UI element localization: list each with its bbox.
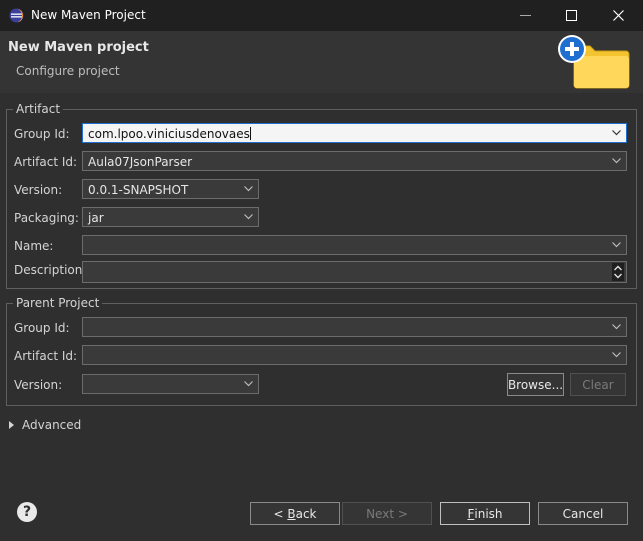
chevron-down-icon[interactable]: [612, 242, 621, 248]
parent-artifact-id-label: Artifact Id:: [14, 349, 78, 363]
chevron-down-icon[interactable]: [612, 324, 621, 330]
packaging-label: Packaging:: [14, 211, 79, 225]
eclipse-icon: [9, 8, 24, 23]
chevron-down-icon[interactable]: [612, 352, 621, 358]
back-label-mnemonic: B: [287, 506, 296, 521]
name-combo[interactable]: [82, 235, 627, 255]
wizard-header: New Maven project Configure project: [0, 31, 643, 93]
group-id-combo[interactable]: com.lpoo.viniciusdenovaes: [82, 123, 627, 143]
wizard-footer: ? < Back Next > Finish Cancel: [0, 482, 643, 541]
chevron-down-icon[interactable]: [612, 158, 621, 164]
artifact-legend: Artifact: [13, 102, 64, 116]
finish-label-rest: inish: [474, 506, 503, 521]
wizard-title: New Maven project: [8, 40, 149, 55]
parent-group-id-label: Group Id:: [14, 321, 70, 335]
group-id-label: Group Id:: [14, 127, 70, 141]
parent-artifact-id-combo[interactable]: [82, 345, 627, 365]
group-id-value: com.lpoo.viniciusdenovaes: [88, 127, 251, 141]
packaging-value: jar: [88, 211, 104, 225]
artifact-id-combo[interactable]: Aula07JsonParser: [82, 151, 627, 171]
parent-group-id-combo[interactable]: [82, 317, 627, 337]
chevron-down-icon[interactable]: [612, 130, 621, 136]
advanced-toggle[interactable]: Advanced: [9, 418, 81, 432]
packaging-combo[interactable]: jar: [82, 207, 259, 227]
window-titlebar: New Maven Project: [0, 0, 643, 31]
parent-version-combo[interactable]: [82, 374, 259, 394]
version-value: 0.0.1-SNAPSHOT: [88, 183, 189, 197]
chevron-down-icon[interactable]: [244, 381, 253, 387]
parent-project-legend: Parent Project: [13, 296, 103, 310]
maximize-button[interactable]: [548, 0, 594, 31]
window-title: New Maven Project: [31, 8, 146, 22]
parent-version-label: Version:: [14, 378, 63, 392]
wizard-subtitle: Configure project: [16, 64, 120, 78]
description-label: Description:: [14, 263, 87, 277]
wizard-content: Artifact Group Id: com.lpoo.viniciusdeno…: [0, 93, 643, 482]
name-label: Name:: [14, 239, 54, 253]
expand-arrow-icon: [9, 421, 14, 429]
advanced-label: Advanced: [22, 418, 82, 432]
version-label: Version:: [14, 183, 63, 197]
clear-button[interactable]: Clear: [570, 373, 626, 396]
back-button[interactable]: < Back: [250, 502, 340, 525]
minimize-icon: [519, 14, 531, 16]
version-combo[interactable]: 0.0.1-SNAPSHOT: [82, 179, 259, 199]
back-label-prefix: <: [273, 506, 288, 521]
text-caret: [249, 127, 251, 140]
back-label-rest: ack: [295, 506, 317, 521]
artifact-id-label: Artifact Id:: [14, 155, 78, 169]
maximize-icon: [565, 10, 577, 21]
new-folder-banner-icon: [558, 35, 630, 89]
browse-button[interactable]: Browse...: [507, 373, 564, 396]
close-icon: [612, 10, 624, 21]
close-button[interactable]: [595, 0, 641, 31]
chevron-down-icon[interactable]: [244, 186, 253, 192]
finish-label-mnemonic: F: [467, 506, 475, 521]
finish-button[interactable]: Finish: [440, 502, 530, 525]
chevron-down-icon[interactable]: [244, 214, 253, 220]
scroll-spinner-icon[interactable]: [612, 263, 624, 281]
next-button[interactable]: Next >: [342, 502, 432, 525]
help-icon[interactable]: ?: [17, 502, 37, 522]
artifact-id-value: Aula07JsonParser: [88, 155, 193, 169]
cancel-button[interactable]: Cancel: [538, 502, 628, 525]
description-textarea[interactable]: [82, 261, 627, 283]
minimize-button[interactable]: [502, 0, 548, 31]
